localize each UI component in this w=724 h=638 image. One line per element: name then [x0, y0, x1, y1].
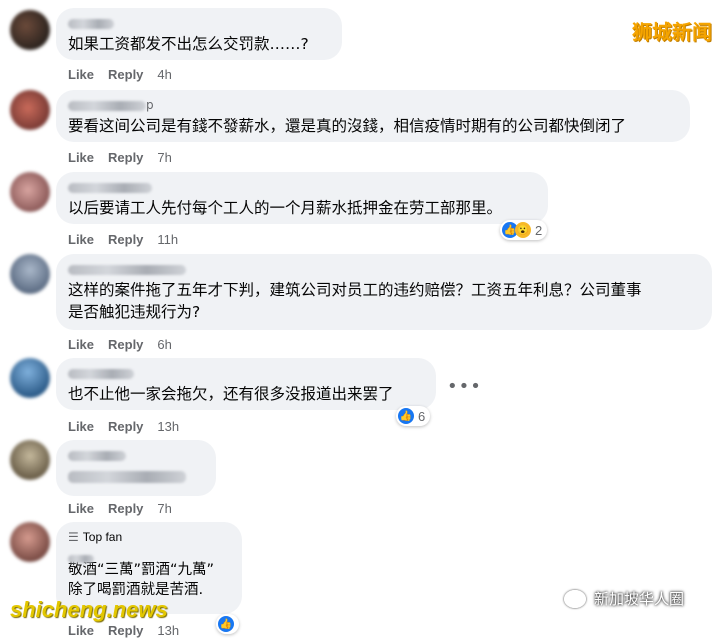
reply-link[interactable]: Reply — [108, 150, 143, 165]
more-options-icon[interactable]: ••• — [447, 376, 482, 397]
comment-text — [68, 465, 204, 487]
like-link[interactable]: Like — [68, 150, 94, 165]
like-link[interactable]: Like — [68, 419, 94, 434]
comment-actions: Like Reply 7h — [68, 150, 186, 165]
comment-text: 这样的案件拖了五年才下判，建筑公司对员工的违约赔偿？工资五年利息？公司董事 是否… — [68, 281, 642, 321]
commenter-name[interactable] — [68, 262, 700, 276]
avatar[interactable] — [10, 522, 50, 562]
commenter-name[interactable] — [68, 366, 424, 380]
comment-actions: Like Reply 11h — [68, 232, 192, 247]
comment-text: 如果工资都发不出怎么交罚款……? — [68, 35, 309, 53]
reply-link[interactable]: Reply — [108, 501, 143, 516]
watermark-site: shicheng.news — [10, 597, 168, 622]
wechat-account-name: 新加坡华人圈 — [594, 590, 685, 608]
timestamp[interactable]: 7h — [157, 501, 171, 516]
wechat-icon — [564, 589, 586, 608]
top-fan-badge: ☰ Top fan — [68, 530, 123, 544]
watermark-logo-top: 狮城新闻 — [632, 20, 712, 44]
reaction-summary[interactable]: 👍 — [216, 614, 239, 634]
reaction-count: 6 — [418, 408, 426, 424]
commenter-name-suffix: p — [146, 98, 154, 112]
timestamp[interactable]: 6h — [157, 337, 171, 352]
avatar[interactable] — [10, 440, 50, 480]
comment-text: 以后要请工人先付每个工人的一个月薪水抵押金在劳工部那里。 — [68, 199, 503, 217]
comment-bubble: 这样的案件拖了五年才下判，建筑公司对员工的违约赔偿？工资五年利息？公司董事 是否… — [56, 254, 712, 330]
like-reaction-icon: 👍 — [218, 616, 234, 632]
comment-text: 敬酒“三萬”罰酒“九萬” 除了喝罰酒就是苦酒. — [68, 562, 215, 598]
reaction-summary[interactable]: 👍 6 — [396, 406, 431, 426]
reaction-count: 2 — [535, 222, 543, 238]
like-reaction-icon: 👍 — [398, 408, 414, 424]
comment-text: 要看这间公司是有錢不發薪水，還是真的沒錢，相信疫情时期有的公司都快倒闭了 — [68, 117, 627, 135]
comment-actions: Like Reply 7h — [68, 501, 186, 516]
reply-link[interactable]: Reply — [108, 337, 143, 352]
comment-actions: Like Reply 13h — [68, 419, 193, 434]
reply-link[interactable]: Reply — [108, 232, 143, 247]
timestamp[interactable]: 4h — [157, 67, 171, 82]
like-link[interactable]: Like — [68, 232, 94, 247]
comment-bubble: 以后要请工人先付每个工人的一个月薪水抵押金在劳工部那里。 — [56, 172, 548, 224]
avatar[interactable] — [10, 172, 50, 212]
reply-link[interactable]: Reply — [108, 419, 143, 434]
commenter-name[interactable]: ☰ Top fan — [68, 530, 230, 544]
commenter-name[interactable]: p — [68, 98, 678, 112]
comment-bubble — [56, 440, 216, 496]
comment-actions: Like Reply 4h — [68, 67, 186, 82]
commenter-name[interactable] — [68, 448, 204, 462]
avatar[interactable] — [10, 10, 50, 50]
comment-bubble: p 要看这间公司是有錢不發薪水，還是真的沒錢，相信疫情时期有的公司都快倒闭了 — [56, 90, 690, 142]
like-link[interactable]: Like — [68, 67, 94, 82]
reply-link[interactable]: Reply — [108, 67, 143, 82]
avatar[interactable] — [10, 90, 50, 130]
timestamp[interactable]: 11h — [157, 232, 178, 247]
comment-text: 也不止他一家会拖欠，还有很多没报道出来罢了 — [68, 385, 394, 403]
wow-reaction-icon: 😮 — [515, 222, 531, 238]
like-link[interactable]: Like — [68, 501, 94, 516]
timestamp[interactable]: 13h — [157, 419, 179, 434]
commenter-name[interactable] — [68, 16, 330, 30]
wechat-watermark: 新加坡华人圈 — [564, 588, 684, 609]
avatar[interactable] — [10, 358, 50, 398]
comment-actions: Like Reply 6h — [68, 337, 186, 352]
avatar[interactable] — [10, 254, 50, 294]
commenter-name[interactable] — [68, 548, 230, 563]
like-link[interactable]: Like — [68, 337, 94, 352]
timestamp[interactable]: 7h — [157, 150, 171, 165]
comment-bubble: 如果工资都发不出怎么交罚款……? — [56, 8, 342, 60]
badge-icon: ☰ — [68, 530, 79, 544]
commenter-name[interactable] — [68, 180, 536, 194]
comment-bubble: 也不止他一家会拖欠，还有很多没报道出来罢了 — [56, 358, 436, 410]
reaction-summary[interactable]: 👍 😮 2 — [500, 220, 548, 240]
